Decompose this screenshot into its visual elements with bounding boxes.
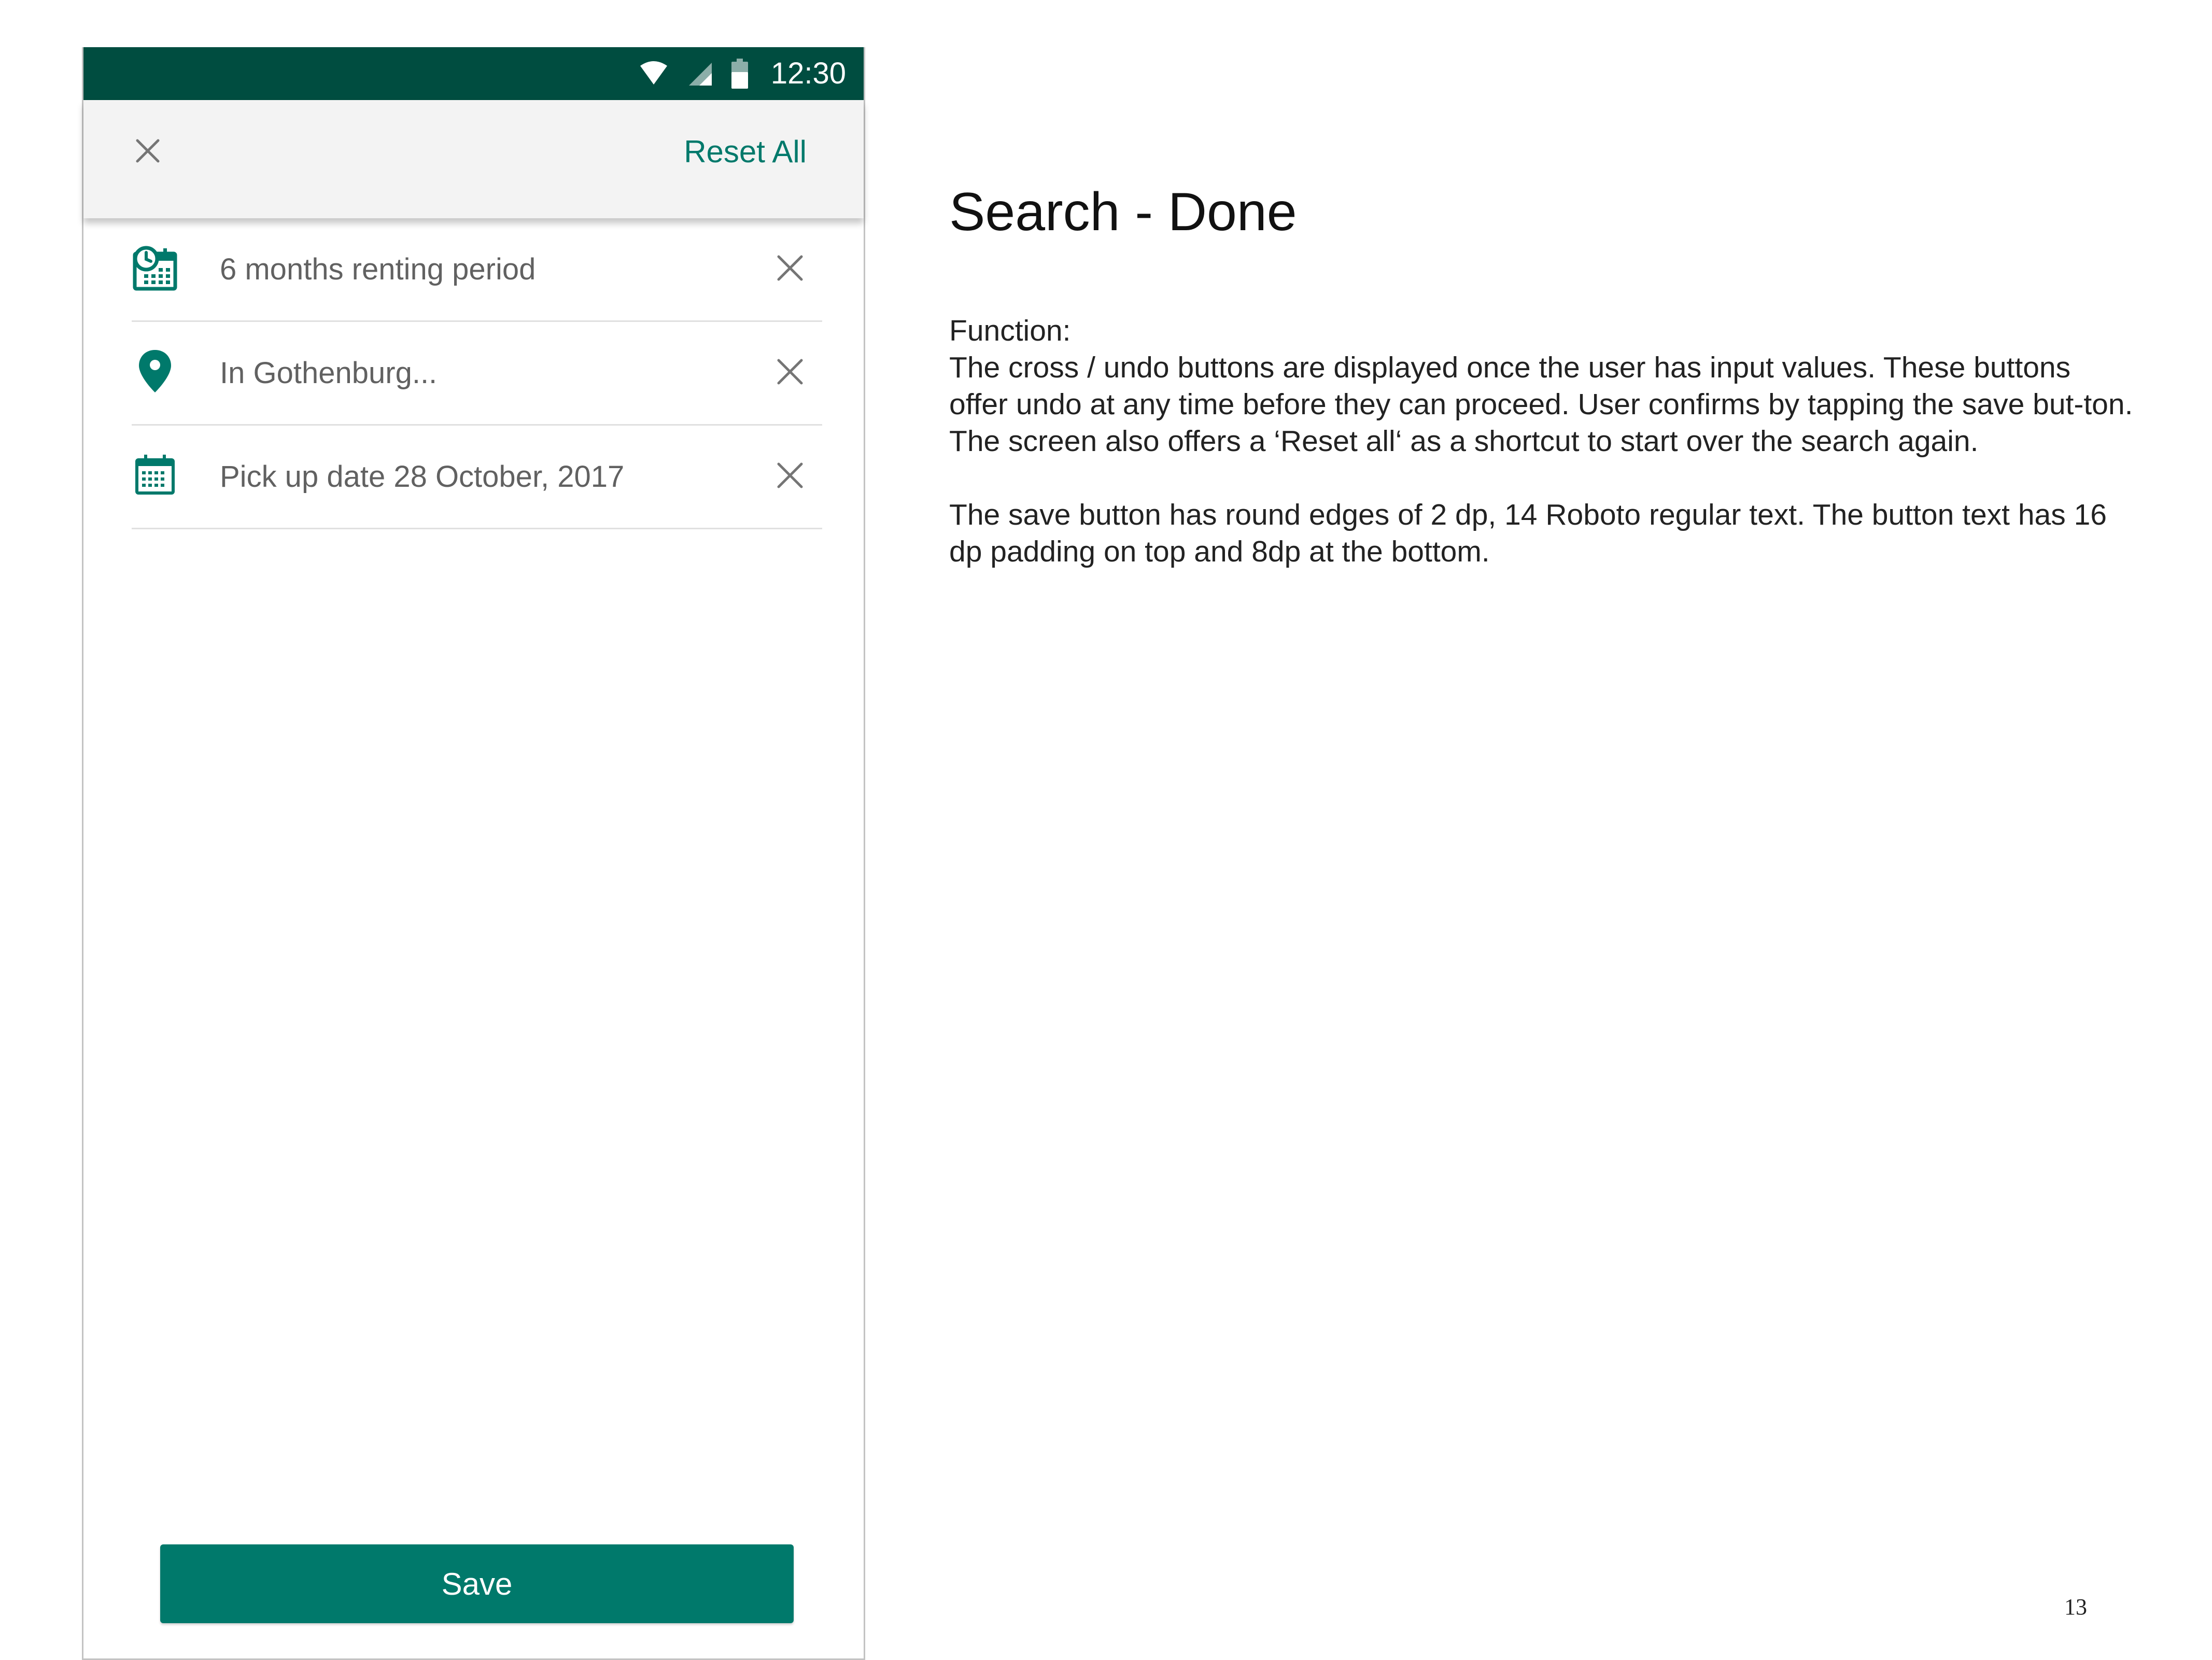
signal-icon bbox=[688, 63, 712, 86]
description-paragraph: The cross / undo buttons are displayed o… bbox=[949, 351, 2133, 458]
reset-all-button[interactable]: Reset All bbox=[684, 136, 807, 167]
function-label: Function: bbox=[949, 314, 1071, 347]
page-title: Search - Done bbox=[949, 182, 1297, 242]
battery-icon bbox=[731, 59, 748, 89]
save-button[interactable]: Save bbox=[160, 1544, 794, 1623]
close-icon[interactable] bbox=[130, 133, 165, 168]
status-bar: 12:30 bbox=[83, 47, 864, 100]
filter-list: 6 months renting period In Gothenburg... bbox=[132, 218, 822, 529]
description-paragraph: The save button has round edges of 2 dp,… bbox=[949, 498, 2107, 568]
filter-label: 6 months renting period bbox=[220, 252, 536, 286]
filter-row-rental-period[interactable]: 6 months renting period bbox=[132, 218, 822, 322]
app-bar: Reset All bbox=[83, 100, 864, 218]
status-icons: 12:30 bbox=[639, 47, 846, 100]
filter-row-location[interactable]: In Gothenburg... bbox=[132, 322, 822, 426]
calendar-icon bbox=[135, 455, 175, 495]
phone-mockup: 12:30 Reset All 6 months renting period … bbox=[82, 47, 865, 1660]
status-time: 12:30 bbox=[770, 57, 846, 90]
close-icon[interactable] bbox=[773, 459, 807, 492]
location-pin-icon bbox=[139, 350, 171, 392]
filter-row-pickup-date[interactable]: Pick up date 28 October, 2017 bbox=[132, 426, 822, 529]
close-icon[interactable] bbox=[773, 355, 807, 388]
rental-period-icon bbox=[133, 246, 177, 291]
close-icon[interactable] bbox=[773, 251, 807, 285]
filter-label: In Gothenburg... bbox=[220, 356, 438, 390]
page-number: 13 bbox=[2064, 1594, 2087, 1620]
filter-label: Pick up date 28 October, 2017 bbox=[220, 459, 625, 494]
description: Function: The cross / undo buttons are d… bbox=[949, 313, 2136, 570]
wifi-icon bbox=[640, 61, 667, 85]
